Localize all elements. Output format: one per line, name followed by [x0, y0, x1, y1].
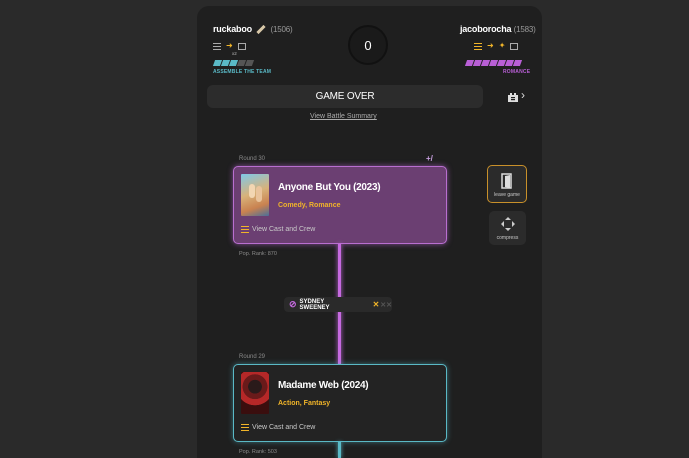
view-cast-link[interactable]: View Cast and Crew: [241, 424, 315, 431]
player2-info: jacoborocha (1583): [460, 24, 536, 34]
connection-line: [338, 442, 341, 458]
door-icon: [501, 173, 512, 189]
pop-rank: Pop. Rank: 870: [239, 251, 277, 257]
list-icon: [241, 226, 249, 233]
castle-icon[interactable]: [507, 90, 519, 108]
calendar-icon[interactable]: [510, 42, 519, 50]
compress-icon: [500, 217, 515, 231]
arrow-icon[interactable]: ➜: [226, 42, 233, 50]
round-label: Round 30: [239, 156, 266, 162]
player1-team-label: ASSEMBLE THE TEAM: [213, 69, 272, 75]
bat-icon: [256, 24, 266, 35]
strike-empty-icon: ✕✕: [380, 301, 392, 309]
progress-segment: [512, 60, 523, 66]
movie-title[interactable]: Anyone But You (2023): [278, 182, 381, 193]
compress-label: compress: [496, 235, 519, 241]
pop-rank: Pop. Rank: 503: [239, 449, 277, 455]
movie-genres: Comedy, Romance: [278, 202, 341, 209]
player1-lifelines: ➜: [213, 42, 246, 50]
calendar-icon[interactable]: [237, 42, 246, 50]
player2-team-label: ROMANCE: [503, 69, 531, 75]
list-icon[interactable]: [213, 42, 221, 50]
timer-value: 0: [364, 37, 372, 53]
list-icon[interactable]: [474, 42, 482, 50]
leave-game-label: leave game: [494, 192, 520, 198]
strike-icon: ✕: [372, 300, 380, 309]
leave-game-button[interactable]: leave game: [487, 165, 527, 203]
player1-info: ruckaboo (1506): [213, 24, 293, 35]
compress-button[interactable]: compress: [489, 211, 526, 245]
view-cast-label: View Cast and Crew: [252, 226, 316, 233]
wildcard-count: x2: [232, 51, 237, 56]
movie-poster[interactable]: [241, 174, 269, 216]
connection-pill[interactable]: ⊘ SYDNEY SWEENEY ✕ ✕✕: [284, 297, 392, 312]
player2-name[interactable]: jacoborocha: [460, 24, 512, 34]
link-icon: ⊘: [289, 299, 297, 309]
list-icon: [241, 424, 249, 431]
sword-icon[interactable]: ✦: [499, 42, 506, 50]
player2-rank: (1583): [513, 25, 536, 34]
movie-genres: Action, Fantasy: [278, 400, 331, 407]
turn-timer: 0: [348, 25, 388, 65]
game-over-text: GAME OVER: [315, 91, 375, 102]
battle-summary-link[interactable]: View Battle Summary: [310, 113, 377, 120]
view-cast-link[interactable]: View Cast and Crew: [241, 226, 315, 233]
player1-name[interactable]: ruckaboo: [213, 24, 252, 34]
player1-progress: [212, 60, 255, 66]
view-cast-label: View Cast and Crew: [252, 424, 316, 431]
player2-progress: [464, 60, 523, 66]
chevron-right-icon[interactable]: ›: [521, 88, 525, 102]
power-icons: +/: [426, 154, 433, 163]
arrow-icon[interactable]: ➜: [487, 42, 494, 50]
movie-poster[interactable]: [241, 372, 269, 414]
game-over-banner: GAME OVER: [207, 85, 483, 108]
progress-segment: [244, 60, 255, 66]
movie-title[interactable]: Madame Web (2024): [278, 380, 369, 391]
player2-lifelines: ➜ ✦: [474, 42, 519, 50]
player1-rank: (1506): [270, 25, 293, 34]
round-label: Round 29: [239, 354, 266, 360]
connection-name: SYDNEY SWEENEY: [299, 298, 330, 311]
